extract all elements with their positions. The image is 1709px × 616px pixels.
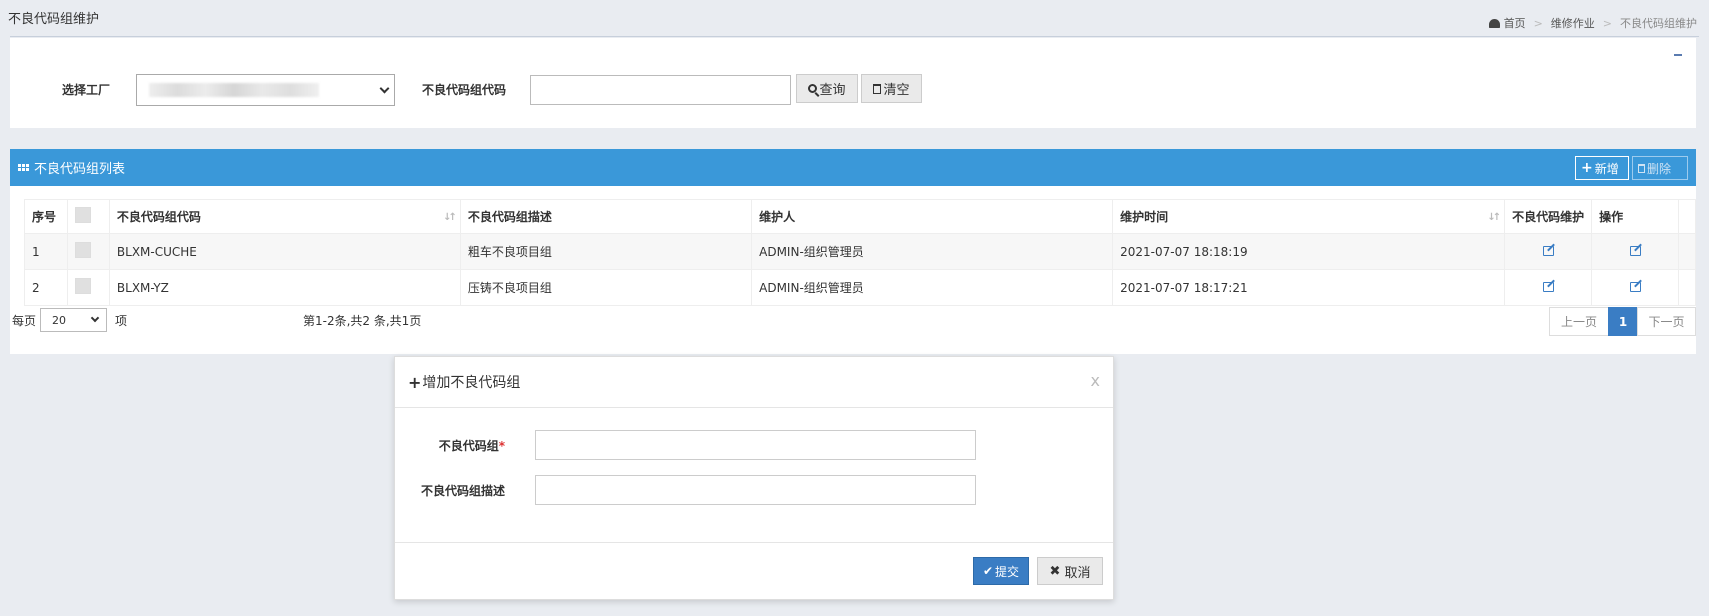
- per-page-suffix: 项: [115, 313, 128, 328]
- row-maintainer: ADMIN-组织管理员: [751, 233, 1114, 270]
- prev-page-button[interactable]: 上一页: [1549, 307, 1609, 336]
- page-title: 不良代码组维护: [8, 12, 100, 27]
- dashboard-icon: [1488, 19, 1500, 28]
- row-operation: [1591, 233, 1679, 270]
- row-time: 2021-07-07 18:18:19: [1112, 233, 1506, 270]
- search-panel: 选择工厂 不良代码组代码 查询 清空: [10, 38, 1696, 128]
- code-label: 不良代码组代码: [422, 83, 507, 97]
- row-select: [66, 269, 110, 306]
- breadcrumb-current: 不良代码组维护: [1620, 17, 1697, 30]
- select-all-checkbox[interactable]: [74, 207, 91, 223]
- cancel-button[interactable]: ✖ 取消: [1037, 557, 1103, 585]
- breadcrumb-section[interactable]: 维修作业: [1551, 15, 1595, 31]
- row-maintainer: ADMIN-组织管理员: [751, 269, 1114, 306]
- trash-icon: [1638, 163, 1645, 173]
- column-header-time[interactable]: 维护时间 ↓↑: [1112, 199, 1506, 234]
- delete-button-label: 删除: [1647, 161, 1672, 176]
- row-checkbox[interactable]: [74, 278, 91, 294]
- column-header-filler: [1677, 199, 1697, 234]
- row-defect-maintain: [1504, 269, 1593, 306]
- table-row[interactable]: 2 BLXM-YZ 压铸不良项目组 ADMIN-组织管理员 2021-07-07…: [24, 269, 1697, 306]
- row-code: BLXM-CUCHE: [108, 233, 461, 270]
- row-defect-maintain: [1504, 233, 1593, 270]
- row-operation: [1591, 269, 1679, 306]
- edit-icon[interactable]: [1542, 245, 1554, 256]
- breadcrumb-separator: >: [1602, 16, 1612, 30]
- page-size-control: 每页 20 项: [12, 308, 127, 332]
- plus-icon: +: [408, 372, 422, 392]
- breadcrumb: 首页 > 维修作业 > 不良代码组维护: [1488, 15, 1697, 31]
- per-page-prefix: 每页: [12, 313, 37, 328]
- breadcrumb-separator: >: [1533, 16, 1543, 30]
- column-header-code[interactable]: 不良代码组代码 ↓↑: [108, 199, 461, 234]
- column-header-defect-maintain: 不良代码维护: [1504, 199, 1593, 234]
- collapse-icon[interactable]: [1674, 54, 1682, 56]
- page-button-current[interactable]: 1: [1608, 307, 1638, 336]
- row-time: 2021-07-07 18:17:21: [1112, 269, 1506, 306]
- row-code: BLXM-YZ: [108, 269, 461, 306]
- column-header-select: [66, 199, 110, 234]
- search-icon: [808, 84, 818, 93]
- modal-title: 增加不良代码组: [422, 375, 521, 391]
- next-page-button[interactable]: 下一页: [1637, 307, 1696, 336]
- th-list-icon: [18, 164, 29, 171]
- modal-header: + 增加不良代码组: [395, 357, 1113, 408]
- list-title: 不良代码组列表: [34, 162, 126, 177]
- group-field-label: 不良代码组*: [438, 439, 505, 453]
- required-mark: *: [498, 439, 505, 453]
- group-desc-input[interactable]: [535, 475, 976, 505]
- chevron-down-icon: [379, 83, 390, 94]
- group-code-input[interactable]: [535, 430, 976, 460]
- table-header-row: 序号 不良代码组代码 ↓↑ 不良代码组描述 维护人 维护时间 ↓↑ 不良代码维护 操…: [24, 199, 1697, 234]
- table-row[interactable]: 1 BLXM-CUCHE 粗车不良项目组 ADMIN-组织管理员 2021-07…: [24, 233, 1697, 270]
- plus-icon: +: [1581, 160, 1593, 176]
- times-icon: ✖: [1049, 563, 1061, 579]
- row-index: 2: [24, 269, 68, 306]
- factory-select[interactable]: [136, 74, 395, 106]
- row-index: 1: [24, 233, 68, 270]
- add-button-label: 新增: [1594, 161, 1619, 176]
- clear-button[interactable]: 清空: [861, 74, 922, 103]
- edit-icon[interactable]: [1629, 281, 1641, 292]
- modal-footer: [395, 542, 1113, 543]
- query-button[interactable]: 查询: [796, 74, 858, 103]
- code-search-input[interactable]: [530, 75, 791, 105]
- chevron-down-icon: [90, 313, 100, 323]
- list-panel: 不良代码组列表 + 新增 删除 序号 不良代码组代码 ↓↑ 不良代码组描述 维护人…: [10, 149, 1697, 354]
- list-header: 不良代码组列表: [10, 149, 1696, 186]
- query-button-label: 查询: [819, 83, 846, 98]
- pager-info: 第1-2条,共2 条,共1页: [303, 314, 422, 328]
- submit-button[interactable]: ✔ 提交: [973, 557, 1029, 585]
- sort-icon[interactable]: ↓↑: [1487, 212, 1501, 223]
- submit-button-label: 提交: [995, 564, 1020, 579]
- column-header-maintainer: 维护人: [751, 199, 1114, 234]
- add-button[interactable]: + 新增: [1575, 156, 1629, 180]
- header-divider: [10, 36, 1699, 37]
- edit-icon[interactable]: [1629, 245, 1641, 256]
- delete-button[interactable]: 删除: [1632, 156, 1688, 180]
- row-desc: 粗车不良项目组: [459, 233, 753, 270]
- pagination: 上一页 1 下一页: [1549, 307, 1696, 336]
- column-header-operation: 操作: [1591, 199, 1679, 234]
- page-size-value: 20: [52, 314, 67, 327]
- factory-label: 选择工厂: [62, 83, 111, 97]
- row-checkbox[interactable]: [74, 242, 91, 258]
- close-icon[interactable]: x: [1091, 371, 1100, 390]
- column-header-desc: 不良代码组描述: [459, 199, 753, 234]
- column-header-index: 序号: [24, 199, 68, 234]
- desc-field-label: 不良代码组描述: [420, 484, 505, 498]
- row-select: [66, 233, 110, 270]
- defect-group-table: 序号 不良代码组代码 ↓↑ 不良代码组描述 维护人 维护时间 ↓↑ 不良代码维护 操…: [24, 199, 1697, 306]
- sort-icon[interactable]: ↓↑: [443, 212, 457, 223]
- cancel-button-label: 取消: [1064, 565, 1091, 581]
- edit-icon[interactable]: [1542, 281, 1554, 292]
- breadcrumb-home[interactable]: 首页: [1488, 15, 1526, 31]
- check-icon: ✔: [982, 564, 994, 578]
- page-size-select[interactable]: 20: [40, 308, 108, 332]
- row-desc: 压铸不良项目组: [459, 269, 753, 306]
- factory-value-obscured: [149, 83, 319, 97]
- add-group-modal: + 增加不良代码组 x 不良代码组* 不良代码组描述 ✔ 提交 ✖ 取消: [394, 356, 1114, 600]
- clear-button-label: 清空: [883, 83, 910, 98]
- trash-icon: [873, 83, 882, 94]
